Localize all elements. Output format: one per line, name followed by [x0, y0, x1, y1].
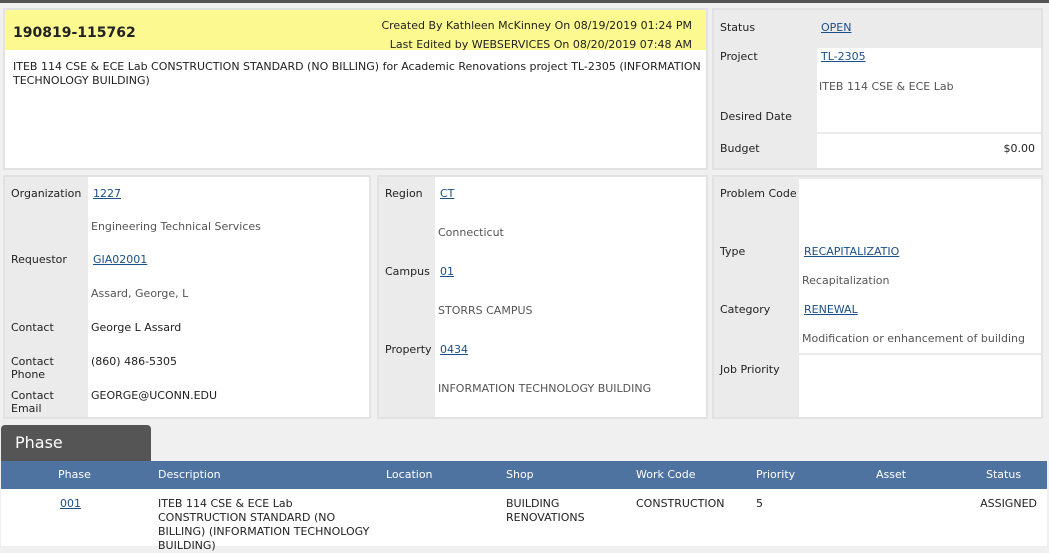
contact-value: George L Assard: [91, 321, 182, 334]
contact-label: Contact: [11, 321, 54, 334]
phase-shop: BUILDING RENOVATIONS: [506, 497, 585, 524]
type-description: Recapitalization: [802, 274, 890, 287]
classification-panel: Problem Code Type RECAPITALIZATIO Recapi…: [712, 175, 1043, 419]
budget-value: $0.00: [1003, 142, 1036, 155]
region-link[interactable]: CT: [440, 187, 454, 200]
type-link[interactable]: RECAPITALIZATIO: [804, 245, 899, 258]
status-label: Status: [720, 21, 756, 34]
work-order-description: ITEB 114 CSE & ECE Lab CONSTRUCTION STAN…: [13, 60, 701, 87]
col-location[interactable]: Location: [386, 461, 433, 489]
work-order-id: 190819-115762: [13, 25, 136, 41]
type-label: Type: [720, 245, 746, 258]
job-priority-label: Job Priority: [720, 363, 780, 376]
phase-description: ITEB 114 CSE & ECE Lab CONSTRUCTION STAN…: [158, 497, 370, 552]
problem-code-label: Problem Code: [720, 187, 797, 200]
phase-priority: 5: [756, 497, 763, 510]
location-panel: Region CT Connecticut Campus 01 STORRS C…: [377, 175, 708, 419]
phase-link[interactable]: 001: [60, 497, 81, 511]
organization-link[interactable]: 1227: [93, 187, 121, 200]
project-label: Project: [720, 50, 758, 63]
work-order-header-panel: 190819-115762 Created By Kathleen McKinn…: [3, 8, 708, 170]
property-link[interactable]: 0434: [440, 343, 468, 356]
project-description: ITEB 114 CSE & ECE Lab: [819, 80, 954, 93]
requestor-panel: Organization 1227 Engineering Technical …: [3, 175, 371, 419]
desired-date-label: Desired Date: [720, 110, 792, 123]
property-description: INFORMATION TECHNOLOGY BUILDING: [438, 382, 652, 395]
table-row: 001 ITEB 114 CSE & ECE Lab CONSTRUCTION …: [1, 489, 1047, 552]
phase-tab-label: Phase: [15, 433, 63, 452]
status-link[interactable]: OPEN: [821, 21, 851, 34]
col-work-code[interactable]: Work Code: [636, 461, 696, 489]
col-shop[interactable]: Shop: [506, 461, 534, 489]
project-link[interactable]: TL-2305: [821, 50, 866, 63]
col-description[interactable]: Description: [158, 461, 221, 489]
summary-panel: Status OPEN Project TL-2305 ITEB 114 CSE…: [712, 8, 1043, 170]
category-link[interactable]: RENEWAL: [804, 303, 858, 316]
phase-work-code: CONSTRUCTION: [636, 497, 725, 510]
email-value: GEORGE@UCONN.EDU: [91, 389, 218, 402]
phone-label: Contact Phone: [11, 355, 54, 381]
col-phase[interactable]: Phase: [58, 461, 91, 489]
col-status[interactable]: Status: [986, 461, 1021, 489]
category-label: Category: [720, 303, 771, 316]
email-label: Contact Email: [11, 389, 54, 415]
created-info: Created By Kathleen McKinney On 08/19/20…: [381, 19, 692, 32]
col-priority[interactable]: Priority: [756, 461, 795, 489]
phase-status: ASSIGNED: [980, 497, 1037, 510]
region-description: Connecticut: [438, 226, 504, 239]
edited-info: Last Edited by WEBSERVICES On 08/20/2019…: [389, 38, 692, 51]
col-asset[interactable]: Asset: [876, 461, 906, 489]
budget-label: Budget: [720, 142, 760, 155]
campus-description: STORRS CAMPUS: [438, 304, 533, 317]
campus-link[interactable]: 01: [440, 265, 454, 278]
category-description: Modification or enhancement of building: [802, 332, 1025, 345]
organization-label: Organization: [11, 187, 82, 200]
phase-table-header: Phase Description Location Shop Work Cod…: [1, 461, 1047, 489]
requestor-link[interactable]: GIA02001: [93, 253, 147, 266]
requestor-label: Requestor: [11, 253, 67, 266]
phase-tab[interactable]: Phase: [1, 425, 151, 462]
phone-value: (860) 486-5305: [91, 355, 178, 368]
requestor-description: Assard, George, L: [91, 287, 189, 300]
organization-description: Engineering Technical Services: [91, 220, 261, 233]
